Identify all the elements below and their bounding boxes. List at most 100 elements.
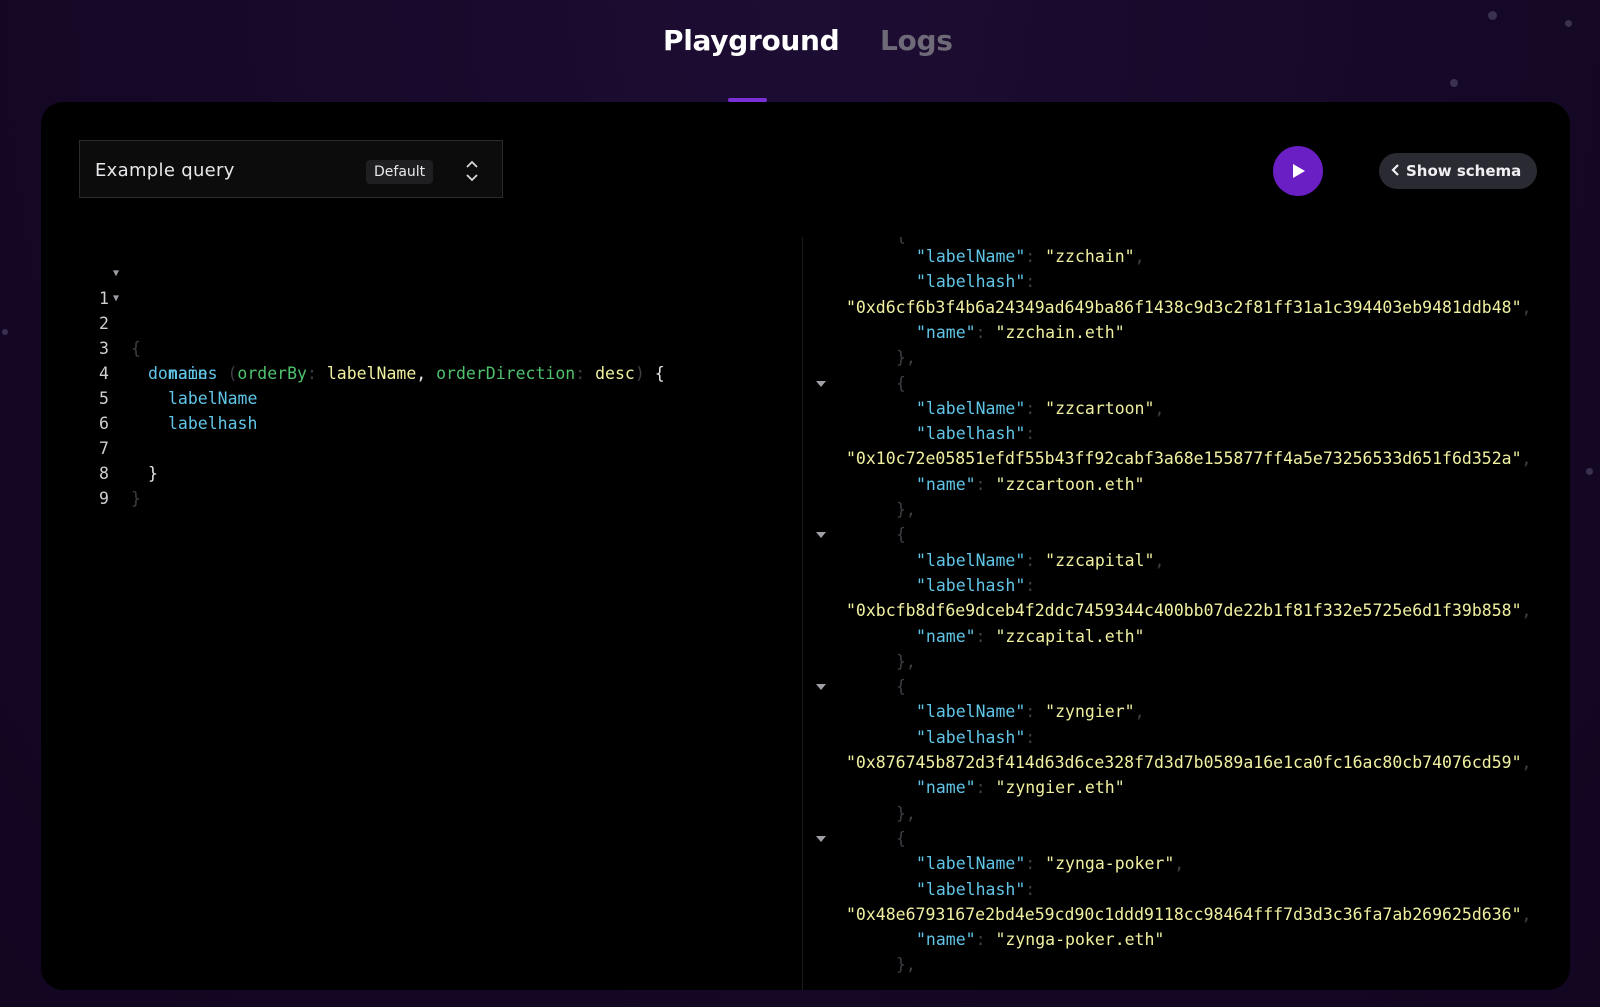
fold-arrow-icon[interactable] bbox=[816, 532, 826, 539]
json-punctuation: { bbox=[896, 828, 906, 848]
json-key: "name" bbox=[916, 778, 976, 798]
json-line: { bbox=[896, 826, 906, 851]
json-key: "labelName" bbox=[916, 854, 1026, 874]
json-string: "zzcartoon" bbox=[1045, 398, 1155, 418]
json-punctuation: : bbox=[1025, 272, 1036, 292]
json-punctuation: , bbox=[1521, 601, 1532, 621]
json-line: }, bbox=[896, 801, 916, 826]
background-star bbox=[1586, 468, 1593, 475]
editor-divider[interactable] bbox=[802, 237, 803, 990]
fold-arrow-icon[interactable]: ▼ bbox=[113, 261, 119, 286]
code-line: 4 labelName bbox=[41, 336, 801, 408]
json-string: "zzcartoon.eth" bbox=[995, 474, 1145, 494]
code-line: 9 bbox=[41, 461, 801, 508]
query-editor[interactable]: 1 ▼ { 2 ▼ domains (orderBy: labelName, o… bbox=[41, 237, 801, 977]
json-punctuation: { bbox=[896, 373, 906, 393]
tab-bar: Playground Logs bbox=[0, 0, 1600, 102]
json-punctuation: : bbox=[975, 930, 996, 950]
example-query-select[interactable]: Example query Default bbox=[79, 140, 503, 198]
json-punctuation: , bbox=[1154, 398, 1165, 418]
json-punctuation: , bbox=[1521, 904, 1532, 924]
run-query-button[interactable] bbox=[1273, 146, 1323, 196]
json-line: }, bbox=[896, 952, 916, 977]
json-punctuation: : bbox=[975, 778, 996, 798]
json-punctuation: : bbox=[1025, 702, 1046, 722]
fold-arrow-icon[interactable] bbox=[816, 380, 826, 387]
json-string: "zzchain.eth" bbox=[995, 322, 1125, 342]
fold-arrow-icon[interactable] bbox=[816, 684, 826, 691]
code-line: 2 ▼ domains (orderBy: labelName, orderDi… bbox=[41, 286, 801, 383]
json-line: "name": "zyngier.eth" bbox=[916, 775, 1125, 800]
json-punctuation: }, bbox=[896, 500, 916, 519]
json-punctuation: : bbox=[1025, 575, 1036, 595]
json-key: "name" bbox=[916, 474, 976, 494]
json-line: "labelName": "zzcartoon", bbox=[916, 396, 1164, 421]
code-line: 7 } bbox=[41, 411, 801, 483]
updown-chevron-icon[interactable] bbox=[464, 159, 480, 183]
json-key: "labelName" bbox=[916, 550, 1026, 570]
show-schema-button[interactable]: Show schema bbox=[1379, 153, 1538, 189]
json-string: "zzcapital.eth" bbox=[995, 626, 1145, 646]
code-line: 1 ▼ { bbox=[41, 261, 801, 358]
json-key: "labelhash" bbox=[916, 272, 1026, 292]
tab-logs[interactable]: Logs bbox=[880, 24, 953, 57]
default-badge: Default bbox=[366, 160, 434, 184]
json-string: "0x48e6793167e2bd4e59cd90c1ddd9118cc9846… bbox=[846, 904, 1522, 924]
json-key: "labelhash" bbox=[916, 424, 1026, 444]
json-punctuation: : bbox=[1025, 247, 1046, 266]
json-line: "labelhash": bbox=[916, 725, 1035, 750]
json-string: "zzchain" bbox=[1045, 247, 1135, 266]
json-line: { bbox=[896, 522, 906, 547]
json-punctuation: : bbox=[1025, 727, 1036, 747]
json-key: "labelhash" bbox=[916, 879, 1026, 899]
json-line: "name": "zzchain.eth" bbox=[916, 320, 1125, 345]
results-viewer[interactable]: { "labelName": "zzchain","labelhash":"0x… bbox=[806, 237, 1570, 990]
json-punctuation: : bbox=[1025, 550, 1046, 570]
code-line: 8 } bbox=[41, 436, 801, 508]
code-line: 5 labelhash bbox=[41, 361, 801, 433]
json-punctuation: : bbox=[1025, 398, 1046, 418]
json-string: "zyngier.eth" bbox=[995, 778, 1125, 798]
fold-arrow-icon[interactable] bbox=[816, 835, 826, 842]
json-line: "labelhash": bbox=[916, 421, 1035, 446]
json-key: "labelName" bbox=[916, 398, 1026, 418]
json-string: "zynga-poker" bbox=[1045, 854, 1175, 874]
play-icon bbox=[1293, 164, 1305, 178]
json-punctuation: { bbox=[896, 677, 906, 697]
json-line: "name": "zynga-poker.eth" bbox=[916, 927, 1164, 952]
json-punctuation: , bbox=[1521, 753, 1532, 772]
background-star bbox=[2, 329, 8, 335]
json-punctuation: : bbox=[975, 322, 996, 342]
json-key: "labelName" bbox=[916, 702, 1026, 722]
json-punctuation: { bbox=[896, 525, 906, 545]
json-string: "zzcapital" bbox=[1045, 550, 1155, 570]
json-string: "0x10c72e05851efdf55b43ff92cabf3a68e1558… bbox=[846, 449, 1522, 469]
json-punctuation: , bbox=[1174, 854, 1185, 874]
json-key: "name" bbox=[916, 626, 976, 646]
json-string: "0xd6cf6b3f4b6a24349ad649ba86f1438c9d3c2… bbox=[846, 297, 1522, 317]
json-punctuation: }, bbox=[896, 348, 916, 368]
json-punctuation: : bbox=[1025, 424, 1036, 444]
json-line: "labelName": "zyngier", bbox=[916, 699, 1145, 724]
json-string: "zyngier" bbox=[1045, 702, 1135, 722]
json-line: }, bbox=[896, 345, 916, 370]
json-key: "name" bbox=[916, 930, 976, 950]
json-punctuation: : bbox=[1025, 879, 1036, 899]
json-line: "0x10c72e05851efdf55b43ff92cabf3a68e1558… bbox=[846, 446, 1531, 471]
json-line: "labelhash": bbox=[916, 877, 1035, 902]
json-line: }, bbox=[896, 649, 916, 674]
json-line: "labelhash": bbox=[916, 269, 1035, 294]
code-line: 6 bbox=[41, 386, 801, 433]
json-punctuation: : bbox=[1025, 854, 1046, 874]
json-line: "name": "zzcapital.eth" bbox=[916, 624, 1145, 649]
json-punctuation: , bbox=[1521, 449, 1532, 469]
json-key: "labelName" bbox=[916, 247, 1026, 266]
tab-playground[interactable]: Playground bbox=[663, 24, 840, 57]
json-line: "name": "zzcartoon.eth" bbox=[916, 472, 1145, 497]
json-punctuation: : bbox=[975, 474, 996, 494]
code-token: } bbox=[131, 489, 141, 508]
line-number: 9 bbox=[99, 489, 109, 508]
json-line: "labelName": "zzcapital", bbox=[916, 548, 1164, 573]
fold-arrow-icon[interactable]: ▼ bbox=[113, 286, 119, 311]
json-line: { bbox=[896, 371, 906, 396]
